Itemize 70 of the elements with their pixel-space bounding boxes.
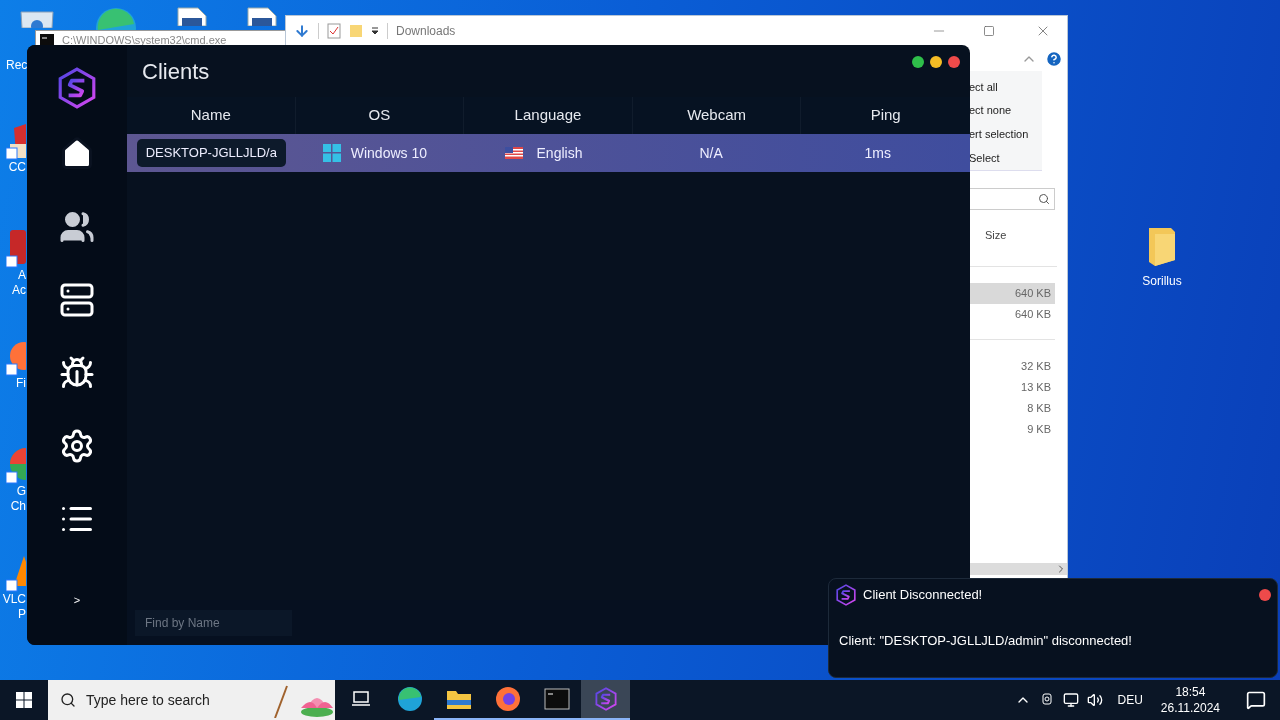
- expand-button[interactable]: >: [65, 592, 89, 609]
- ping: 1ms: [863, 143, 892, 163]
- file-size[interactable]: 9 KB: [969, 419, 1055, 440]
- client-name: DESKTOP-JGLLJLD/a: [136, 139, 286, 167]
- document-icon[interactable]: [176, 6, 208, 26]
- column-header[interactable]: Ping: [801, 97, 970, 134]
- input-language[interactable]: DEU: [1111, 691, 1149, 709]
- file-size[interactable]: 640 KB: [969, 283, 1055, 304]
- window-title: C:\WINDOWS\system32\cmd.exe: [62, 34, 227, 46]
- document-icon[interactable]: [246, 6, 278, 26]
- desktop-icon-label: G: [16, 484, 26, 499]
- os-name: Windows 10: [350, 143, 427, 163]
- webcam-status: N/A: [698, 143, 724, 163]
- windows-logo-icon: [322, 144, 341, 162]
- app-shortcut-icon[interactable]: [6, 228, 26, 268]
- file-size[interactable]: 32 KB: [969, 356, 1055, 377]
- clock[interactable]: 18:54 26.11.2024: [1156, 684, 1224, 716]
- hexagon-logo-icon: [835, 584, 857, 606]
- ribbon-command[interactable]: Select: [969, 149, 1042, 167]
- date: 26.11.2024: [1160, 700, 1220, 716]
- notification-title: Client Disconnected!: [863, 586, 984, 605]
- settings-icon[interactable]: [59, 428, 95, 464]
- help-icon[interactable]: [1045, 49, 1063, 68]
- desktop-icon-label: A: [18, 268, 26, 283]
- taskbar-search-field[interactable]: Type here to search: [48, 680, 335, 720]
- ribbon-command[interactable]: ect none: [969, 102, 1042, 119]
- desktop-icon-label: Fi: [16, 376, 26, 391]
- firefox-icon: [494, 686, 521, 712]
- hexagon-logo-icon: [56, 67, 98, 109]
- home-icon[interactable]: [59, 136, 95, 172]
- desktop-icon-label: CC: [8, 160, 26, 175]
- desktop-icon-label: P: [18, 607, 26, 622]
- users-icon[interactable]: [59, 209, 95, 245]
- file-size[interactable]: 13 KB: [969, 377, 1055, 398]
- properties-icon[interactable]: [327, 23, 341, 39]
- folder-label: Sorillus: [1142, 273, 1182, 290]
- folder-icon: [445, 688, 472, 710]
- server-icon[interactable]: [59, 282, 95, 318]
- folder-icon[interactable]: [1147, 226, 1177, 268]
- desktop-icon-label: Rec: [6, 58, 28, 73]
- desktop-icon-label: VLC: [2, 592, 26, 607]
- flag-icon: [504, 147, 523, 159]
- window-title: Downloads: [396, 23, 456, 40]
- search-icon: [1038, 193, 1050, 205]
- volume-icon[interactable]: [1087, 692, 1104, 708]
- hexagon-logo-icon: [593, 687, 618, 711]
- desktop-icon-label: Ac: [12, 283, 26, 298]
- notifications-icon[interactable]: [1246, 690, 1266, 710]
- search-icon: [60, 692, 76, 708]
- bug-icon[interactable]: [59, 355, 95, 391]
- start-icon[interactable]: [16, 692, 32, 708]
- horizontal-scrollbar[interactable]: [969, 563, 1067, 575]
- ribbon-command[interactable]: ert selection: [969, 126, 1042, 143]
- search-placeholder: Type here to search: [86, 690, 211, 710]
- notification-message: Client: "DESKTOP-JGLLJLD/admin" disconnected!: [838, 632, 1133, 650]
- ribbon-command[interactable]: ect all: [969, 78, 1042, 96]
- page-title: Clients: [142, 57, 211, 86]
- client-row[interactable]: DESKTOP-JGLLJLD/a Windows 10 English N/A 1ms: [127, 134, 970, 172]
- time: 18:54: [1175, 684, 1206, 700]
- search-field[interactable]: Find by Name: [135, 609, 292, 636]
- browser-icon: [396, 686, 423, 712]
- file-size[interactable]: 640 KB: [969, 304, 1055, 325]
- dropdown-icon[interactable]: [371, 27, 379, 35]
- desktop-icon-label: Ch: [10, 499, 26, 514]
- terminal-icon: [543, 688, 570, 710]
- file-size[interactable]: 8 KB: [969, 398, 1055, 419]
- language: English: [536, 143, 583, 163]
- task-view-icon: [350, 690, 371, 708]
- network-icon[interactable]: [1063, 692, 1080, 708]
- maximize-icon[interactable]: [983, 25, 995, 37]
